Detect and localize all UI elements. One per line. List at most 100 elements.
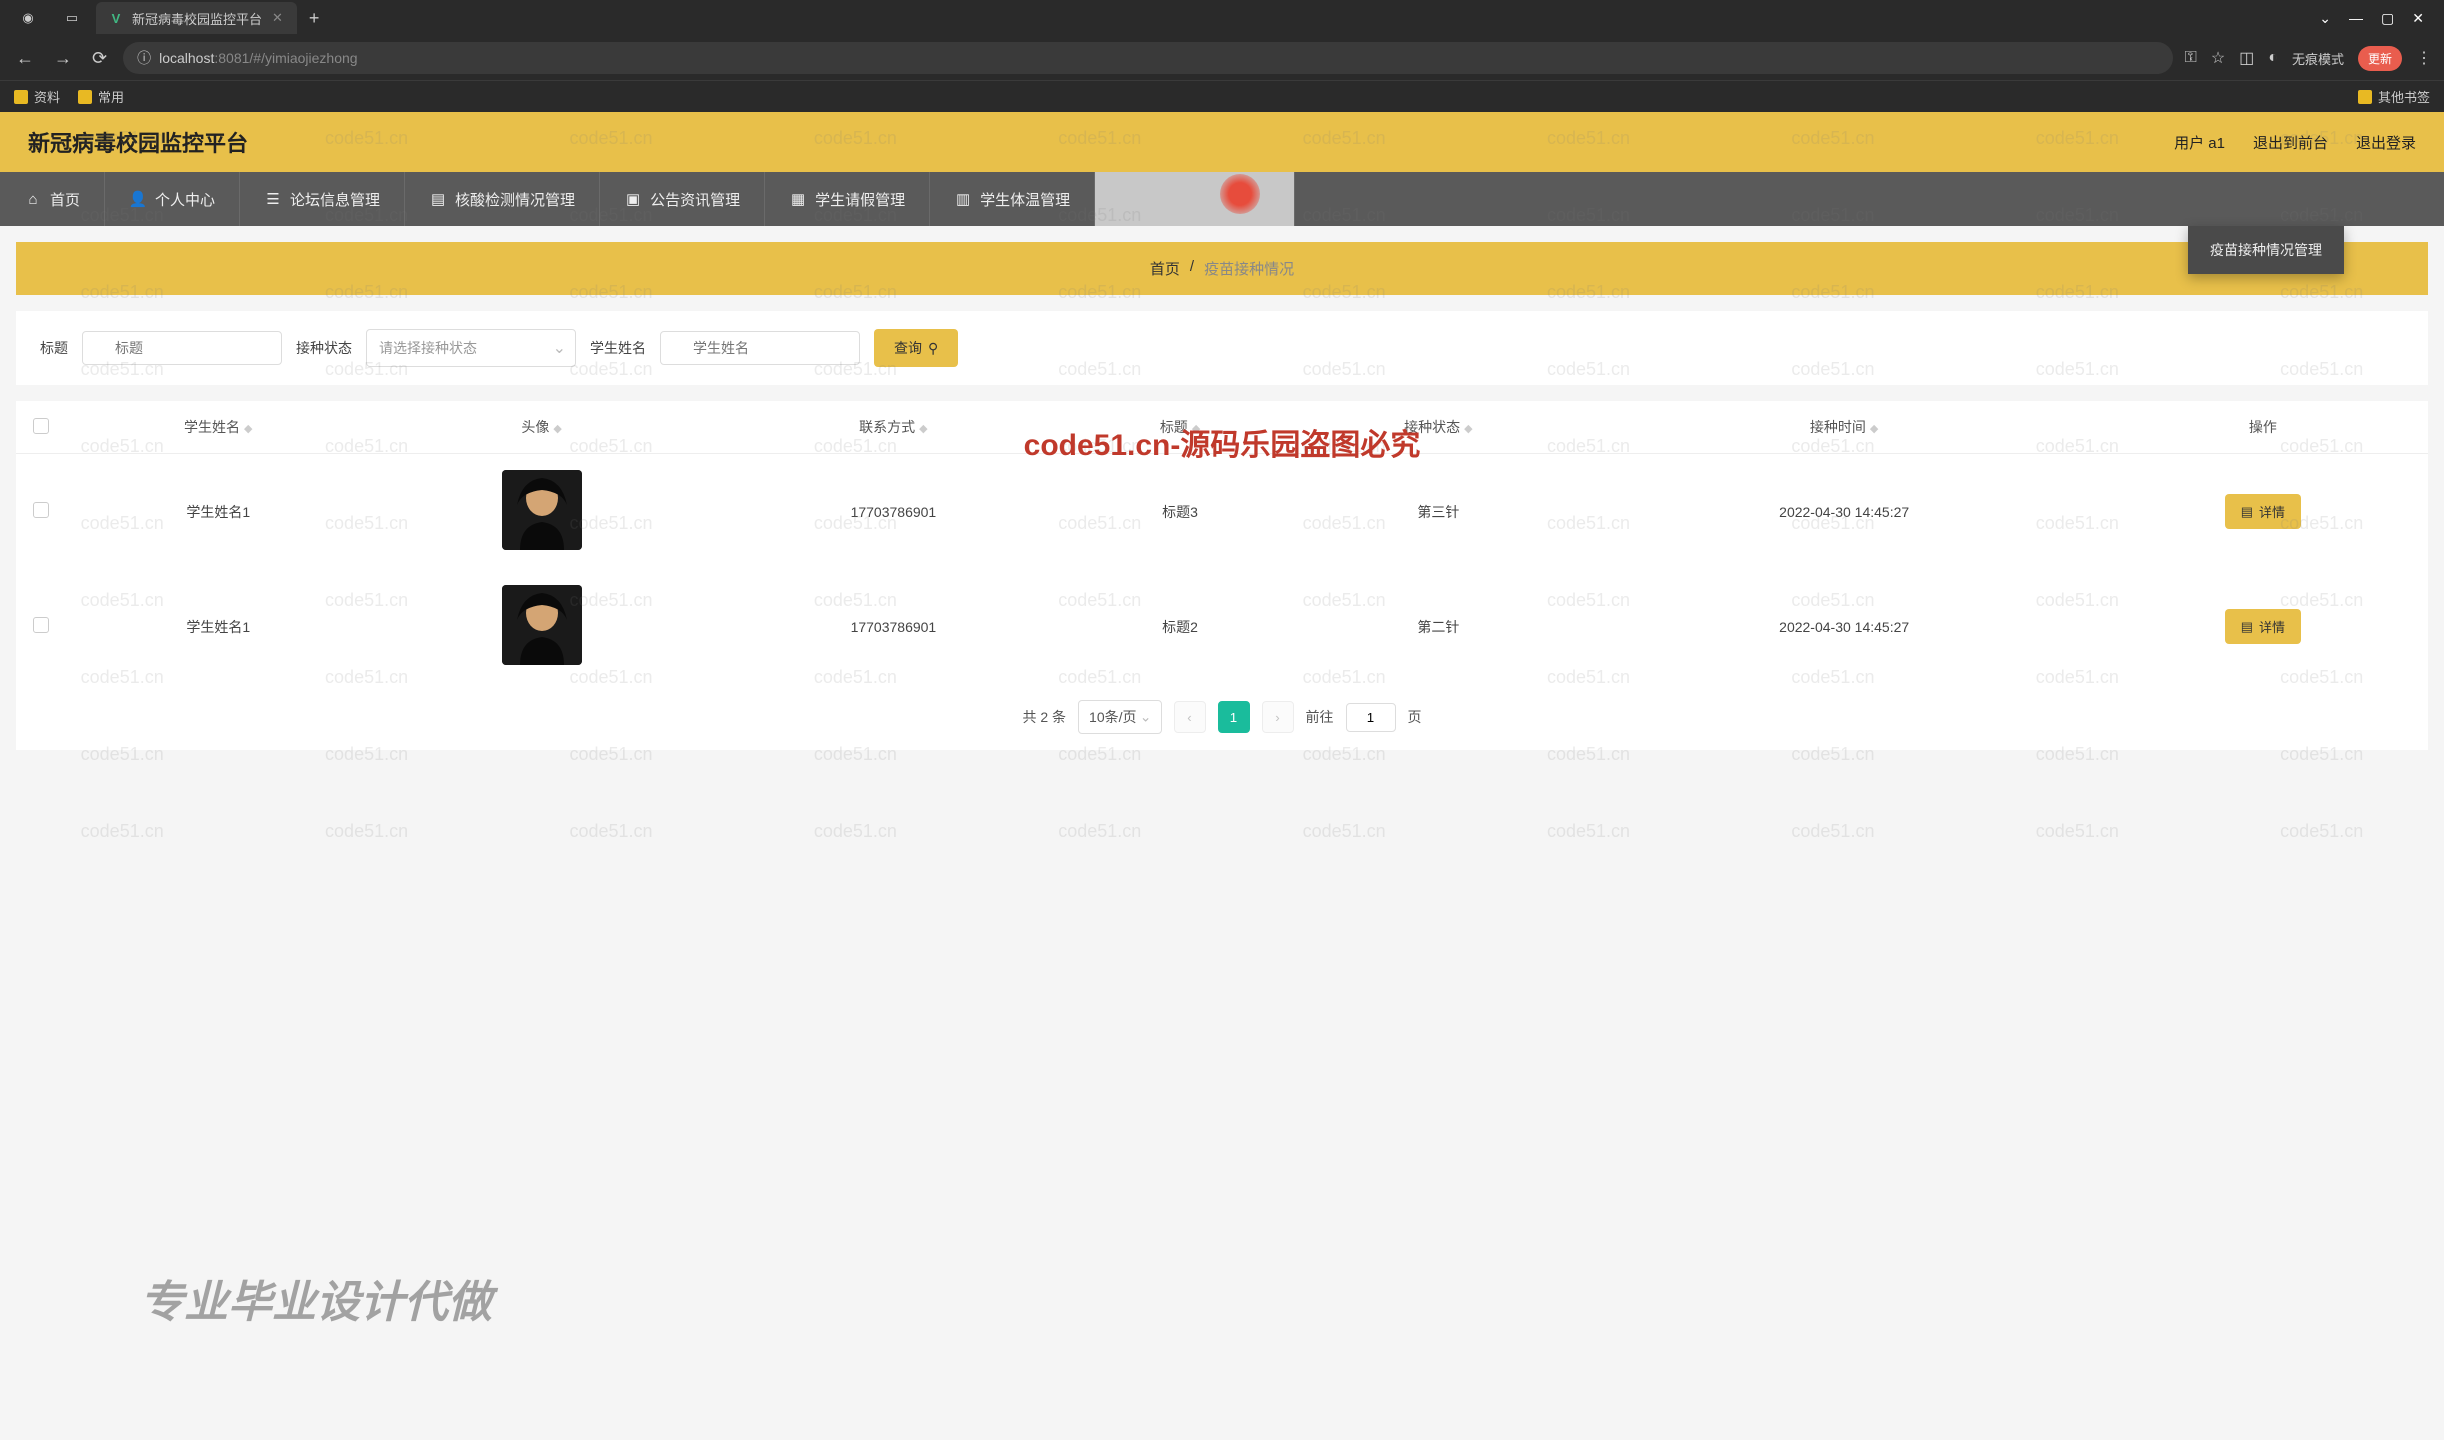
nav-vaccine[interactable] — [1095, 172, 1295, 226]
dropdown-vaccine[interactable]: 疫苗接种情况管理 — [2188, 226, 2344, 274]
tab-blank-1[interactable]: ◉ — [8, 4, 48, 32]
close-icon[interactable]: ✕ — [270, 8, 285, 28]
cell-status: 第二针 — [1286, 569, 1590, 684]
row-checkbox[interactable] — [33, 617, 49, 633]
app-header: 新冠病毒校园监控平台 用户 a1 退出到前台 退出登录 — [0, 112, 2444, 172]
bookmark-item[interactable]: 常用 — [78, 87, 124, 106]
update-button[interactable]: 更新 — [2358, 46, 2402, 71]
filter-title-label: 标题 — [40, 338, 68, 358]
maximize-button[interactable]: ▢ — [2381, 10, 2394, 27]
logout-link[interactable]: 退出登录 — [2356, 132, 2416, 153]
cell-title: 标题3 — [1074, 454, 1286, 570]
detail-button[interactable]: ▤ 详情 — [2225, 494, 2301, 529]
sort-icon: ◆ — [553, 423, 561, 435]
forward-button[interactable]: → — [50, 44, 76, 73]
table-container: 学生姓名◆ 头像◆ 联系方式◆ 标题◆ 接种状态◆ 接种时间◆ 操作 学生姓名1… — [16, 401, 2428, 750]
star-icon[interactable]: ☆ — [2211, 48, 2225, 68]
chevron-down-icon[interactable]: ⌄ — [2319, 10, 2331, 27]
col-status[interactable]: 接种状态◆ — [1286, 401, 1590, 454]
bookmark-item[interactable]: 资料 — [14, 87, 60, 106]
page-1-button[interactable]: 1 — [1218, 701, 1250, 733]
bell-icon: ▣ — [624, 190, 642, 208]
checkbox-all[interactable] — [33, 418, 49, 434]
cell-avatar — [370, 569, 712, 684]
page-size-select[interactable]: 10条/页 — [1078, 700, 1161, 734]
calendar-icon: ▦ — [789, 190, 807, 208]
status-select[interactable]: 请选择接种状态 — [366, 329, 576, 367]
bottom-watermark: 专业毕业设计代做 — [140, 1266, 492, 1330]
bookmark-other[interactable]: 其他书签 — [2358, 87, 2430, 106]
nav-temp[interactable]: ▥学生体温管理 — [930, 172, 1095, 226]
minimize-button[interactable]: — — [2349, 10, 2363, 27]
nav-test[interactable]: ▤核酸检测情况管理 — [405, 172, 600, 226]
col-time[interactable]: 接种时间◆ — [1591, 401, 2098, 454]
nav-leave[interactable]: ▦学生请假管理 — [765, 172, 930, 226]
thermo-icon: ▥ — [954, 190, 972, 208]
table-row: 学生姓名1 17703786901 标题2 第二针 2022-04-30 14:… — [16, 569, 2428, 684]
detail-button[interactable]: ▤ 详情 — [2225, 609, 2301, 644]
next-page-button[interactable]: › — [1262, 701, 1294, 733]
url-input[interactable]: ⓘ localhost:8081/#/yimiaojiezhong — [123, 42, 2173, 74]
nav-home[interactable]: ⌂首页 — [0, 172, 105, 226]
goto-input[interactable] — [1346, 703, 1396, 732]
total-label: 共 2 条 — [1022, 707, 1066, 727]
nav-notice[interactable]: ▣公告资讯管理 — [600, 172, 765, 226]
key-icon[interactable]: ⚿ — [2185, 49, 2197, 67]
folder-icon — [2358, 90, 2372, 104]
url-text: localhost:8081/#/yimiaojiezhong — [159, 50, 2159, 66]
extension-icon[interactable]: ◫ — [2239, 48, 2254, 68]
cell-phone: 17703786901 — [713, 454, 1074, 570]
nav-profile[interactable]: 👤个人中心 — [105, 172, 240, 226]
menu-button[interactable]: ⋮ — [2416, 48, 2432, 68]
row-checkbox[interactable] — [33, 502, 49, 518]
vue-icon: V — [108, 10, 124, 26]
cell-name: 学生姓名1 — [66, 569, 370, 684]
search-button[interactable]: 查询 ⚲ — [874, 329, 958, 367]
col-name[interactable]: 学生姓名◆ — [66, 401, 370, 454]
search-icon: ⚲ — [928, 340, 938, 357]
cell-time: 2022-04-30 14:45:27 — [1591, 569, 2098, 684]
close-window-button[interactable]: ✕ — [2412, 10, 2424, 27]
incognito-icon: ◐ — [2268, 49, 2278, 67]
sort-icon: ◆ — [1192, 423, 1200, 435]
tab-title: 新冠病毒校园监控平台 — [132, 9, 262, 28]
tab-add-button[interactable]: + — [301, 4, 328, 33]
back-button[interactable]: ← — [12, 44, 38, 73]
doc-icon: ▤ — [2241, 619, 2253, 635]
watermark-grid: code51.cncode51.cncode51.cncode51.cncode… — [0, 100, 2444, 1440]
user-icon: 👤 — [129, 190, 147, 208]
col-title[interactable]: 标题◆ — [1074, 401, 1286, 454]
name-input[interactable] — [660, 331, 860, 365]
breadcrumb-home[interactable]: 首页 — [1150, 258, 1180, 279]
title-input[interactable] — [82, 331, 282, 365]
folder-icon — [14, 90, 28, 104]
doc-icon: ▤ — [429, 190, 447, 208]
breadcrumb-sep: / — [1190, 258, 1194, 279]
nav-forum[interactable]: ☰论坛信息管理 — [240, 172, 405, 226]
cell-phone: 17703786901 — [713, 569, 1074, 684]
dropdown-label: 疫苗接种情况管理 — [2210, 242, 2322, 258]
logout-front-link[interactable]: 退出到前台 — [2253, 132, 2328, 153]
tab-blank-2[interactable]: ▭ — [52, 4, 92, 32]
browser-chrome: ◉ ▭ V 新冠病毒校园监控平台 ✕ + ⌄ — ▢ ✕ ← → ⟳ ⓘ loc… — [0, 0, 2444, 112]
filter-name-label: 学生姓名 — [590, 338, 646, 358]
folder-icon — [78, 90, 92, 104]
list-icon: ☰ — [264, 190, 282, 208]
col-action: 操作 — [2098, 401, 2428, 454]
breadcrumb-current: 疫苗接种情况 — [1204, 258, 1294, 279]
sort-icon: ◆ — [1870, 423, 1878, 435]
address-bar: ← → ⟳ ⓘ localhost:8081/#/yimiaojiezhong … — [0, 36, 2444, 80]
filter-bar: 标题 ○ 接种状态 请选择接种状态 ⌄ 学生姓名 ○ 查询 ⚲ — [16, 311, 2428, 385]
tab-active[interactable]: V 新冠病毒校园监控平台 ✕ — [96, 2, 297, 34]
reload-button[interactable]: ⟳ — [88, 44, 111, 73]
user-label[interactable]: 用户 a1 — [2174, 132, 2225, 153]
col-avatar[interactable]: 头像◆ — [370, 401, 712, 454]
col-phone[interactable]: 联系方式◆ — [713, 401, 1074, 454]
goto-label: 前往 — [1306, 707, 1334, 727]
doc-icon: ▤ — [2241, 504, 2253, 520]
app-title: 新冠病毒校园监控平台 — [28, 126, 248, 158]
info-icon: ⓘ — [137, 48, 151, 68]
data-table: 学生姓名◆ 头像◆ 联系方式◆ 标题◆ 接种状态◆ 接种时间◆ 操作 学生姓名1… — [16, 401, 2428, 684]
table-row: 学生姓名1 17703786901 标题3 第三针 2022-04-30 14:… — [16, 454, 2428, 570]
prev-page-button[interactable]: ‹ — [1174, 701, 1206, 733]
